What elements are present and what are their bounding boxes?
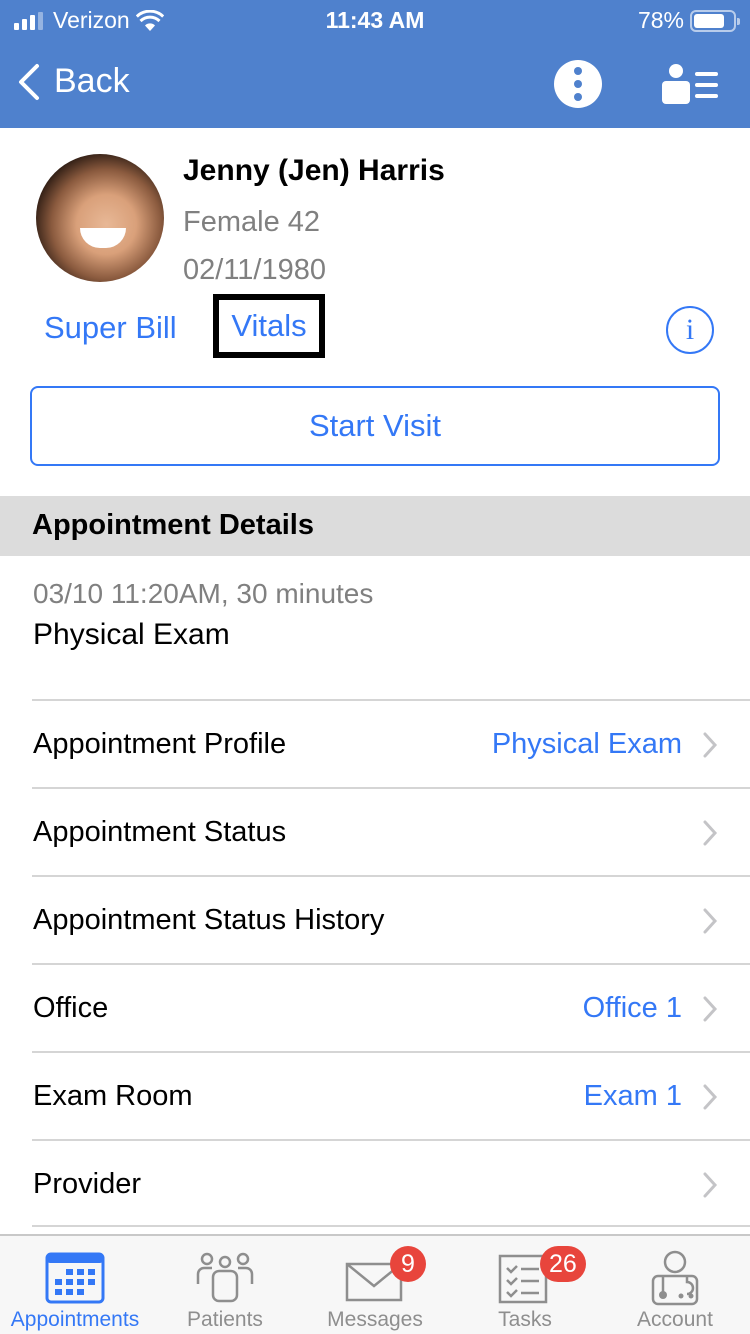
patient-sex-age: Female 42 <box>183 206 321 238</box>
tab-label: Appointments <box>10 1308 140 1331</box>
tab-account[interactable]: Account <box>600 1236 750 1334</box>
person-list-icon[interactable] <box>660 64 720 104</box>
chevron-right-icon <box>703 908 718 934</box>
status-bar: Verizon 11:43 AM 78% <box>0 0 750 40</box>
row-label: Provider <box>33 1168 141 1200</box>
messages-badge: 9 <box>390 1246 426 1282</box>
tab-patients[interactable]: Patients <box>150 1236 300 1334</box>
section-title: Appointment Details <box>32 509 314 541</box>
back-label: Back <box>54 62 130 100</box>
row-provider[interactable]: Provider <box>32 1139 750 1227</box>
more-options-button[interactable] <box>554 60 602 108</box>
row-value: Exam 1 <box>583 1080 682 1112</box>
tab-messages[interactable]: 9 Messages <box>300 1236 450 1334</box>
status-right: 78% <box>637 7 740 34</box>
info-button[interactable]: i <box>666 306 714 354</box>
patient-card: Jenny (Jen) Harris Female 42 02/11/1980 … <box>0 128 750 496</box>
row-label: Appointment Status <box>33 816 287 848</box>
row-appointment-status[interactable]: Appointment Status <box>32 787 750 875</box>
chevron-right-icon <box>703 1084 718 1110</box>
calendar-icon <box>45 1252 105 1304</box>
tab-tasks[interactable]: 26 Tasks <box>450 1236 600 1334</box>
tab-label: Tasks <box>498 1308 552 1331</box>
row-appointment-status-history[interactable]: Appointment Status History <box>32 875 750 963</box>
vitals-highlight-box: Vitals <box>213 294 325 358</box>
battery-percent: 78% <box>637 7 684 33</box>
vitals-link[interactable]: Vitals <box>231 308 306 344</box>
patient-avatar <box>36 154 164 282</box>
tab-label: Patients <box>187 1308 263 1331</box>
chevron-right-icon <box>703 732 718 758</box>
tab-appointments[interactable]: Appointments <box>0 1236 150 1334</box>
patients-icon <box>196 1252 254 1303</box>
more-vertical-icon <box>574 67 582 75</box>
tab-bar: Appointments Patients 9 Messages 26 Task… <box>0 1234 750 1334</box>
battery-icon <box>690 9 740 32</box>
start-visit-button[interactable]: Start Visit <box>30 386 720 466</box>
row-label: Office <box>33 992 109 1024</box>
row-appointment-profile[interactable]: Appointment Profile Physical Exam <box>32 699 750 787</box>
info-icon: i <box>685 313 695 346</box>
row-office[interactable]: Office Office 1 <box>32 963 750 1051</box>
row-value: Physical Exam <box>491 728 682 760</box>
patient-dob: 02/11/1980 <box>183 254 326 286</box>
doctor-icon <box>651 1250 699 1306</box>
super-bill-link[interactable]: Super Bill <box>44 310 177 346</box>
appointment-type: Physical Exam <box>33 618 230 651</box>
app-header: Verizon 11:43 AM 78% Back <box>0 0 750 128</box>
appointment-summary: 03/10 11:20AM, 30 minutes Physical Exam <box>0 556 750 699</box>
row-label: Exam Room <box>33 1080 193 1112</box>
patient-name: Jenny (Jen) Harris <box>183 154 445 187</box>
chevron-right-icon <box>703 1172 718 1198</box>
row-value: Office 1 <box>582 992 682 1024</box>
navigation-bar: Back <box>0 50 750 120</box>
tab-label: Messages <box>327 1308 423 1331</box>
appointment-time: 03/10 11:20AM, 30 minutes <box>33 578 374 609</box>
tab-label: Account <box>637 1308 713 1331</box>
row-label: Appointment Status History <box>33 904 385 936</box>
chevron-right-icon <box>703 996 718 1022</box>
back-button[interactable]: Back <box>16 62 130 101</box>
row-exam-room[interactable]: Exam Room Exam 1 <box>32 1051 750 1139</box>
chevron-left-icon <box>19 63 39 100</box>
row-label: Appointment Profile <box>33 728 287 760</box>
tasks-badge: 26 <box>540 1246 586 1282</box>
appointment-detail-list: Appointment Profile Physical Exam Appoin… <box>0 699 750 1227</box>
section-header-appointment-details: Appointment Details <box>0 496 750 556</box>
chevron-right-icon <box>703 820 718 846</box>
